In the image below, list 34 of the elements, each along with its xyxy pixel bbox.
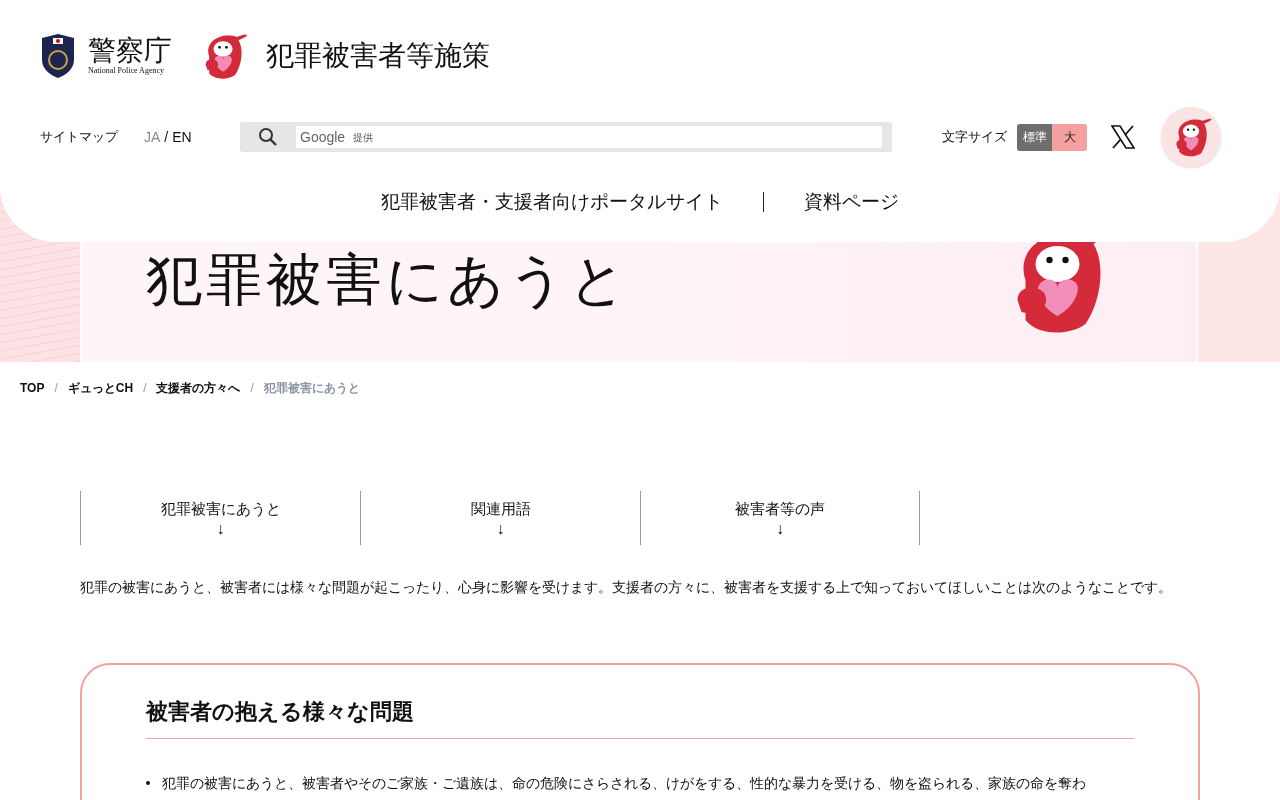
- breadcrumb-link[interactable]: TOP: [20, 379, 45, 397]
- main-nav-link[interactable]: 犯罪被害者・支援者向けポータルサイト: [381, 188, 723, 217]
- breadcrumb-link[interactable]: ギュっとCH: [67, 379, 134, 397]
- anchor-link[interactable]: 関連用語 ↓: [360, 491, 640, 545]
- agency-name: 警察庁: [88, 36, 172, 66]
- anchor-link[interactable]: 被害者等の声 ↓: [640, 491, 920, 545]
- breadcrumb-current-page: 犯罪被害にあうと: [263, 380, 360, 397]
- site-title: 犯罪被害者等施策: [266, 38, 490, 74]
- search-provider-note: 提供: [353, 130, 374, 145]
- sitemap-link[interactable]: サイトマップ: [40, 127, 118, 147]
- breadcrumb-separator: /: [143, 380, 147, 397]
- font-size-label: 文字サイズ: [942, 128, 1007, 147]
- search-placeholder: Google: [300, 127, 346, 147]
- list-item-text: 犯罪の被害にあうと、被害者やそのご家族・ご遺族は、命の危険にさらされる、けがをする、性的な暴力を受ける、物を盗られる、家族の命を奪わ: [162, 774, 1086, 793]
- font-size-button[interactable]: 大: [1052, 123, 1087, 151]
- main-nav-link[interactable]: 資料ページ: [804, 188, 899, 217]
- breadcrumb-separator: /: [54, 380, 58, 397]
- hero-title: 犯罪被害にあうと: [146, 252, 630, 308]
- language-separator: /: [164, 127, 169, 147]
- breadcrumb-separator: /: [250, 380, 254, 397]
- bullet-icon: [146, 781, 150, 785]
- search-field[interactable]: Google 提供: [240, 122, 892, 152]
- font-size-button[interactable]: 標準: [1017, 123, 1052, 151]
- breadcrumb-link[interactable]: 支援者の方々へ: [156, 379, 241, 397]
- agency-name-en: National Police Agency: [88, 66, 165, 76]
- search-icon: [258, 127, 278, 147]
- card-title: 被害者の抱える様々な問題: [146, 695, 1134, 739]
- mascot-button[interactable]: [1161, 107, 1221, 167]
- intro-text: 犯罪の被害にあうと、被害者には様々な問題が起こったり、心身に影響を受けます。支援者の方々に、被害者を支援する上で知っておいてほしいことは次のようなことです。: [80, 578, 1173, 597]
- anchor-link[interactable]: 犯罪被害にあうと ↓: [80, 491, 360, 545]
- language-link[interactable]: JA: [144, 126, 161, 148]
- x-logo-icon[interactable]: [1111, 125, 1135, 149]
- language-link[interactable]: EN: [172, 126, 192, 148]
- police-emblem-icon: [40, 34, 76, 78]
